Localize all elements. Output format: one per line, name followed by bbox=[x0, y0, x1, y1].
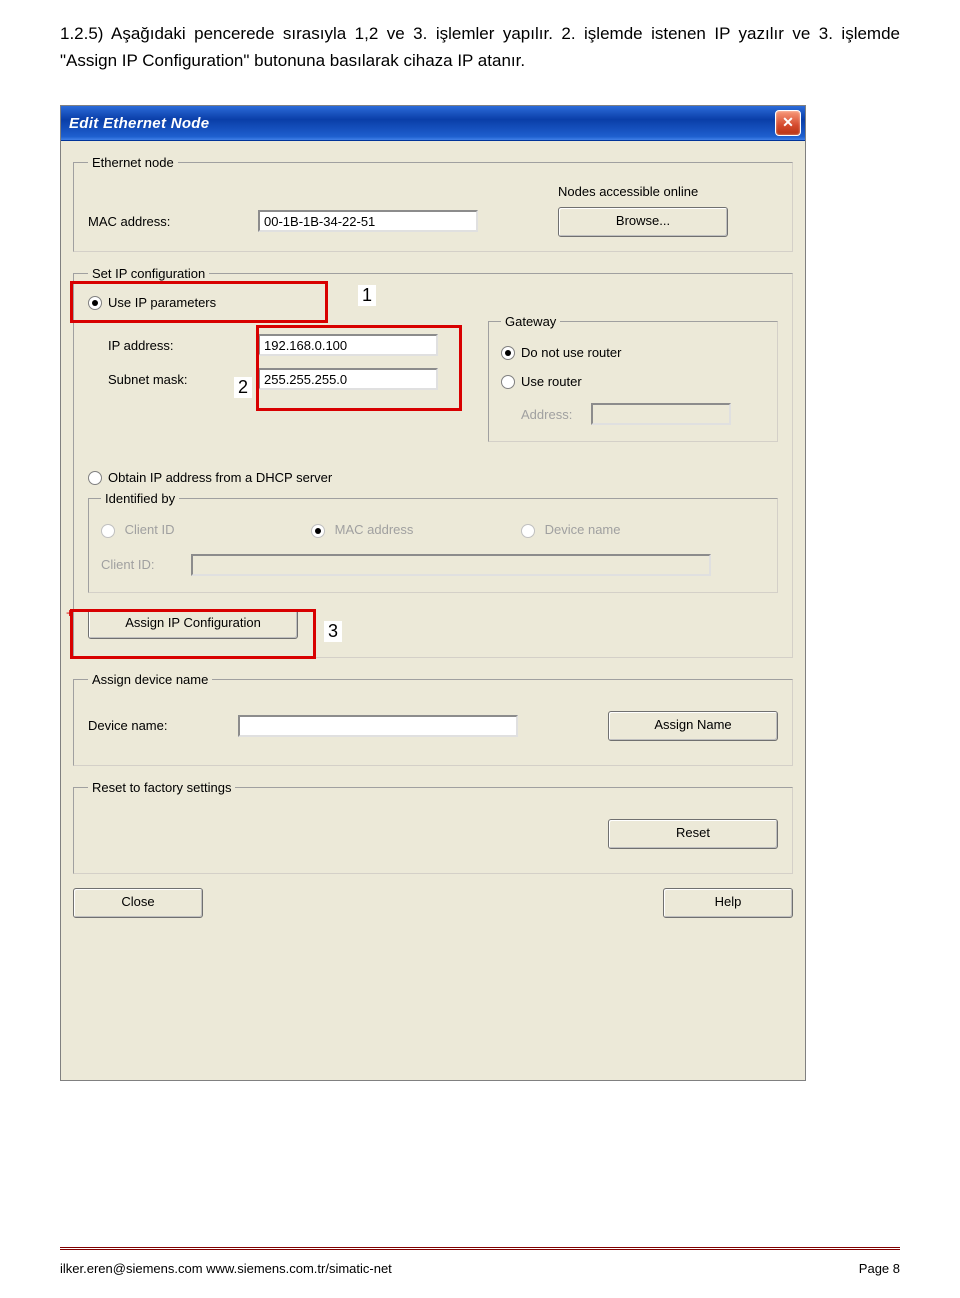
label-opt-device: Device name bbox=[545, 522, 621, 537]
group-set-ip: Set IP configuration Use IP parameters I… bbox=[73, 266, 793, 658]
label-device-name: Device name: bbox=[88, 718, 238, 733]
legend-reset: Reset to factory settings bbox=[88, 780, 235, 795]
close-icon[interactable]: ✕ bbox=[775, 110, 801, 136]
label-opt-mac: MAC address bbox=[335, 522, 414, 537]
radio-use-ip-parameters[interactable] bbox=[88, 296, 102, 310]
callout-2: 2 bbox=[234, 377, 252, 398]
ip-address-input[interactable] bbox=[258, 334, 438, 356]
label-router-address: Address: bbox=[501, 407, 591, 422]
radio-dhcp[interactable] bbox=[88, 471, 102, 485]
router-address-input bbox=[591, 403, 731, 425]
legend-ethernet-node: Ethernet node bbox=[88, 155, 178, 170]
footer-right: Page 8 bbox=[859, 1261, 900, 1276]
label-use-router: Use router bbox=[521, 374, 582, 389]
legend-set-ip: Set IP configuration bbox=[88, 266, 209, 281]
footer-left: ilker.eren@siemens.com www.siemens.com.t… bbox=[60, 1261, 392, 1276]
footer-divider bbox=[60, 1247, 900, 1250]
help-button[interactable]: Help bbox=[663, 888, 793, 918]
legend-assign-device-name: Assign device name bbox=[88, 672, 212, 687]
label-nodes-online: Nodes accessible online bbox=[558, 184, 778, 199]
close-button[interactable]: Close bbox=[73, 888, 203, 918]
label-use-ip-parameters: Use IP parameters bbox=[108, 295, 216, 310]
highlight-marker-icon: + bbox=[66, 606, 73, 620]
group-reset: Reset to factory settings Reset bbox=[73, 780, 793, 874]
browse-button[interactable]: Browse... bbox=[558, 207, 728, 237]
callout-1: 1 bbox=[358, 285, 376, 306]
titlebar[interactable]: Edit Ethernet Node ✕ bbox=[61, 106, 805, 141]
legend-identified-by: Identified by bbox=[101, 491, 179, 506]
device-name-input[interactable] bbox=[238, 715, 518, 737]
label-do-not-use-router: Do not use router bbox=[521, 345, 621, 360]
page-body-text: 1.2.5) Aşağıdaki pencerede sırasıyla 1,2… bbox=[60, 20, 900, 74]
reset-button[interactable]: Reset bbox=[608, 819, 778, 849]
radio-client-id bbox=[101, 524, 115, 538]
label-opt-client-id: Client ID bbox=[125, 522, 175, 537]
assign-name-button[interactable]: Assign Name bbox=[608, 711, 778, 741]
footer: ilker.eren@siemens.com www.siemens.com.t… bbox=[60, 1261, 900, 1276]
subnet-mask-input[interactable] bbox=[258, 368, 438, 390]
window-title: Edit Ethernet Node bbox=[69, 115, 209, 132]
dialog-window: Edit Ethernet Node ✕ Ethernet node MAC a… bbox=[60, 105, 806, 1081]
group-gateway: Gateway Do not use router Use router Add… bbox=[488, 314, 778, 442]
radio-device-name-opt bbox=[521, 524, 535, 538]
callout-3: 3 bbox=[324, 621, 342, 642]
radio-do-not-use-router[interactable] bbox=[501, 346, 515, 360]
label-dhcp: Obtain IP address from a DHCP server bbox=[108, 470, 332, 485]
mac-address-input[interactable] bbox=[258, 210, 478, 232]
label-mac-address: MAC address: bbox=[88, 214, 258, 229]
label-client-id: Client ID: bbox=[101, 557, 191, 572]
radio-mac-address-opt bbox=[311, 524, 325, 538]
assign-ip-configuration-button[interactable]: Assign IP Configuration bbox=[88, 609, 298, 639]
group-ethernet-node: Ethernet node MAC address: Nodes accessi… bbox=[73, 155, 793, 252]
client-id-input bbox=[191, 554, 711, 576]
dialog-client-area: Ethernet node MAC address: Nodes accessi… bbox=[61, 141, 805, 930]
legend-gateway: Gateway bbox=[501, 314, 560, 329]
label-ip-address: IP address: bbox=[108, 338, 258, 353]
radio-use-router[interactable] bbox=[501, 375, 515, 389]
group-identified-by: Identified by Client ID MAC address Devi… bbox=[88, 491, 778, 593]
group-assign-device-name: Assign device name Device name: Assign N… bbox=[73, 672, 793, 766]
